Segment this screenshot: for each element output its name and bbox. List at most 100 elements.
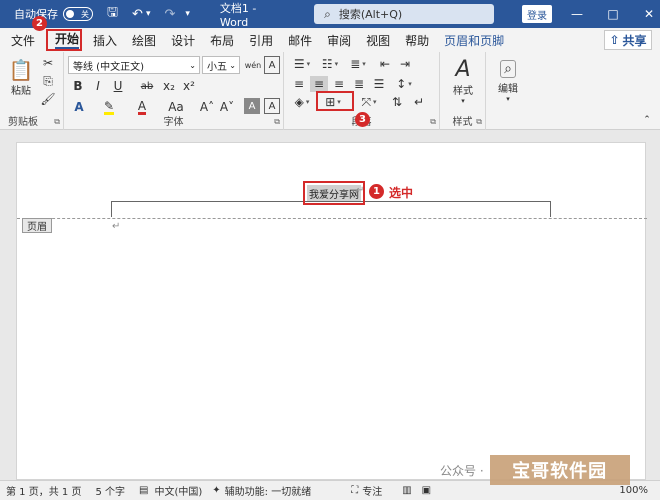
print-layout-icon[interactable]: ▣	[422, 485, 431, 496]
tab-references[interactable]: 引用	[249, 32, 273, 49]
styles-label: 样式	[453, 86, 473, 97]
format-painter-icon[interactable]: 🖌	[40, 92, 56, 106]
toggle-knob	[65, 10, 74, 18]
copy-icon[interactable]: ⎘	[40, 74, 56, 88]
paragraph-mark-icon: ↵	[112, 221, 121, 232]
collapse-ribbon-icon[interactable]: ⌃	[640, 114, 654, 126]
accessibility-icon[interactable]: ✦	[212, 485, 220, 496]
tab-draw[interactable]: 绘图	[132, 32, 156, 49]
search-input[interactable]: ⌕ 搜索(Alt+Q)	[314, 4, 495, 24]
chevron-down-icon: ▾	[506, 94, 510, 103]
minimize-button[interactable]: —	[566, 7, 588, 21]
undo-icon[interactable]: ↶	[132, 7, 143, 22]
language[interactable]: 中文(中国)	[154, 483, 202, 498]
login-button[interactable]: 登录	[522, 5, 553, 23]
save-icon[interactable]: 🖫	[107, 3, 118, 25]
clipboard-launcher-icon[interactable]: ⧉	[54, 117, 60, 127]
maximize-button[interactable]: □	[602, 7, 624, 21]
tab-help[interactable]: 帮助	[405, 32, 429, 49]
tab-view[interactable]: 视图	[366, 32, 390, 49]
annotation-1-text: 选中	[389, 186, 414, 200]
editing-button[interactable]: ⌕ 编辑 ▾	[490, 56, 526, 106]
share-icon: ⇧	[609, 33, 620, 47]
sort-icon[interactable]: ⇅	[388, 94, 406, 110]
tab-header-footer[interactable]: 页眉和页脚	[444, 32, 504, 49]
font-name-value: 等线 (中文正文)	[73, 61, 144, 73]
header-tag: 页眉	[22, 218, 52, 233]
header-dashed-line	[17, 218, 647, 219]
word-count[interactable]: 5 个字	[95, 483, 125, 498]
tab-layout[interactable]: 布局	[210, 32, 234, 49]
tab-mailings[interactable]: 邮件	[288, 32, 312, 49]
tab-insert[interactable]: 插入	[93, 32, 117, 49]
read-mode-icon[interactable]: ▥	[402, 485, 411, 496]
title-bar: 自动保存 关 🖫 ↶ ▾ ↷ ▾ 文档1 - Word ⌕ 搜索(Alt+Q) …	[0, 0, 660, 29]
asian-layout-icon[interactable]: ⤧ ▾	[356, 94, 382, 110]
zoom-level[interactable]: 100%	[619, 485, 648, 496]
align-right-icon[interactable]: ≡	[330, 76, 348, 92]
chevron-down-icon: ⌄	[189, 60, 196, 70]
styles-launcher-icon[interactable]: ⧉	[476, 117, 482, 127]
numbering-icon[interactable]: ☷ ▾	[318, 56, 342, 72]
shading-icon[interactable]: ◈ ▾	[290, 94, 314, 110]
wechat-gzh-label: 公众号 ·	[440, 463, 484, 478]
show-marks-icon[interactable]: ↵	[410, 94, 428, 110]
char-shading-icon[interactable]: A	[264, 98, 280, 114]
strike-button[interactable]: ab	[138, 77, 156, 95]
align-left-icon[interactable]: ≡	[290, 76, 308, 92]
find-icon: ⌕	[500, 59, 516, 78]
styles-button[interactable]: A 样式 ▾	[444, 56, 482, 106]
borders-highlight	[316, 91, 354, 111]
share-button[interactable]: ⇧ 共享	[604, 30, 652, 50]
undo-dropdown-icon[interactable]: ▾	[146, 9, 151, 19]
tab-review[interactable]: 审阅	[327, 32, 351, 49]
phonetic-guide-icon[interactable]: wén	[244, 56, 262, 74]
focus-icon[interactable]: ⛶	[351, 485, 358, 496]
redo-icon[interactable]: ↷	[164, 7, 175, 22]
justify-icon[interactable]: ≣	[350, 76, 368, 92]
bold-button[interactable]: B	[70, 77, 86, 95]
distributed-icon[interactable]: ☰	[370, 76, 388, 92]
increase-indent-icon[interactable]: ⇥	[396, 56, 414, 72]
share-label: 共享	[622, 33, 647, 48]
accessibility-status[interactable]: 辅助功能: 一切就绪	[225, 483, 312, 498]
multilevel-list-icon[interactable]: ≣ ▾	[346, 56, 370, 72]
autosave-toggle[interactable]: 关	[62, 7, 93, 21]
tab-design[interactable]: 设计	[171, 32, 195, 49]
font-name-select[interactable]: 等线 (中文正文) ⌄	[68, 56, 200, 74]
font-size-select[interactable]: 小五 ⌄	[202, 56, 240, 74]
paste-label: 粘贴	[11, 85, 31, 97]
watermark: 公众号 · 宝哥软件园	[440, 455, 630, 485]
site-logo: 宝哥软件园	[489, 455, 630, 485]
focus-label[interactable]: 专注	[362, 483, 382, 498]
cut-icon[interactable]: ✂	[40, 56, 56, 70]
ribbon-tabs: 文件 开始 插入 绘图 设计 布局 引用 邮件 审阅 视图 帮助 页眉和页脚	[0, 28, 660, 52]
styles-icon: A	[455, 57, 471, 82]
font-launcher-icon[interactable]: ⧉	[274, 117, 280, 127]
selection-highlight	[303, 181, 365, 205]
font-group-label: 字体	[163, 117, 184, 128]
bullets-icon[interactable]: ☰ ▾	[290, 56, 314, 72]
decrease-indent-icon[interactable]: ⇤	[376, 56, 394, 72]
char-border-icon[interactable]: A	[264, 56, 280, 74]
clipboard-group: 📋 粘贴 ✂ ⎘ 🖌 剪贴板 ⧉	[0, 52, 64, 130]
superscript-button[interactable]: x²	[180, 77, 198, 95]
toggle-state: 关	[80, 9, 89, 19]
align-center-icon[interactable]: ≡	[310, 76, 328, 92]
italic-button[interactable]: I	[90, 77, 106, 95]
customize-qat-icon[interactable]: ▾	[185, 9, 190, 19]
paragraph-launcher-icon[interactable]: ⧉	[430, 117, 436, 127]
underline-button[interactable]: U	[110, 77, 126, 95]
document-page[interactable]: 我爱分享网 ↵ 页眉 ↵ 1 选中	[16, 142, 647, 480]
chevron-down-icon: ⌄	[229, 60, 236, 70]
tab-file[interactable]: 文件	[11, 32, 35, 49]
paste-button[interactable]: 📋 粘贴	[6, 56, 36, 98]
clear-format-button[interactable]: A	[244, 98, 260, 114]
close-button[interactable]: ✕	[638, 7, 660, 21]
subscript-button[interactable]: x₂	[160, 77, 178, 95]
search-icon: ⌕	[324, 6, 331, 21]
page-count[interactable]: 第 1 页，共 1 页	[6, 483, 81, 498]
line-spacing-icon[interactable]: ↕ ▾	[392, 76, 416, 92]
ribbon: 📋 粘贴 ✂ ⎘ 🖌 剪贴板 ⧉ 等线 (中文正文) ⌄ 小五 ⌄ wén A …	[0, 52, 660, 130]
proofing-icon[interactable]: ▤	[139, 485, 148, 496]
